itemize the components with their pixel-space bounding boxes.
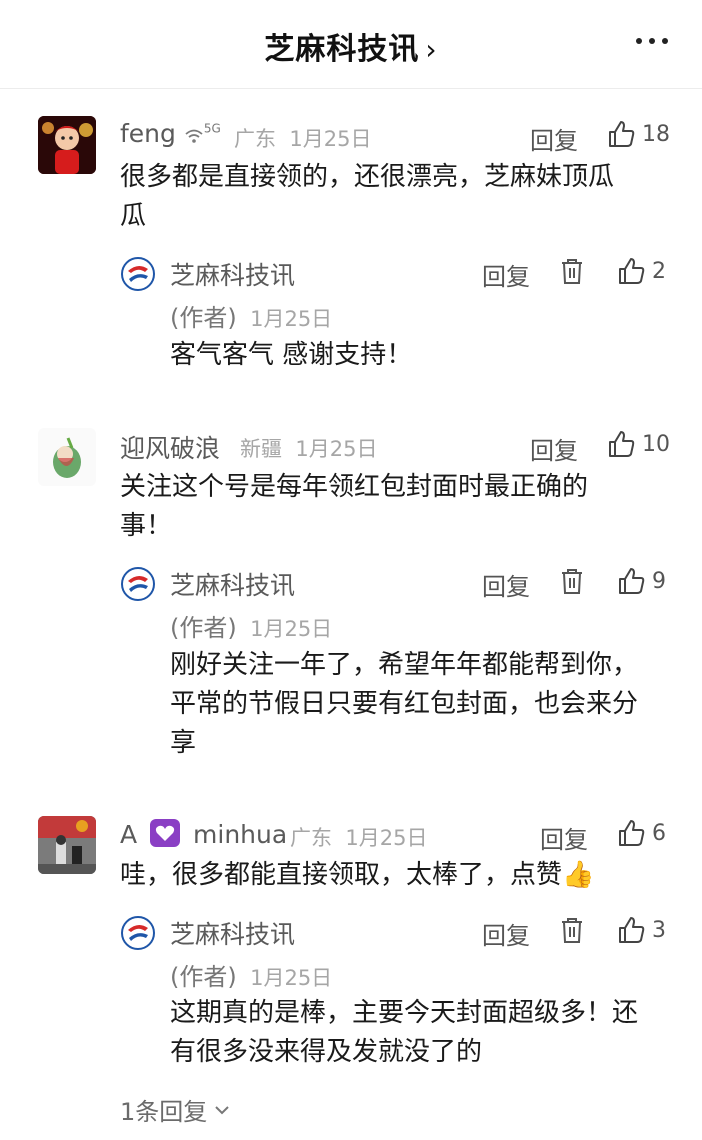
- thumbs-up-icon: [619, 917, 645, 943]
- like-button[interactable]: 10: [606, 429, 670, 459]
- like-button[interactable]: 2: [616, 256, 666, 286]
- reply-button[interactable]: 回复: [540, 820, 588, 855]
- reply-button[interactable]: 回复: [530, 121, 578, 156]
- location: 广东: [290, 826, 332, 850]
- date: 1月25日: [289, 127, 372, 151]
- comment-text: 关注这个号是每年领红包封面时最正确的 事！: [120, 472, 589, 541]
- reply-button[interactable]: 回复: [482, 567, 530, 602]
- date: 1月25日: [250, 966, 333, 990]
- location: 新疆: [240, 437, 282, 461]
- thumbs-up-icon: [609, 431, 635, 457]
- like-count: 6: [652, 820, 666, 846]
- like-button[interactable]: 3: [616, 915, 666, 945]
- account-title-link[interactable]: 芝麻科技讯 ›: [0, 24, 702, 68]
- avatar-minhua[interactable]: [38, 816, 96, 874]
- thumbs-up-icon: [619, 820, 645, 846]
- avatar-yingfeng[interactable]: [38, 428, 96, 486]
- author-meta: (作者) 1月25日: [170, 608, 332, 643]
- chevron-right-icon: ›: [425, 33, 438, 66]
- author-name[interactable]: 芝麻科技讯: [170, 566, 295, 602]
- reply-button[interactable]: 回复: [530, 431, 578, 466]
- avatar-feng[interactable]: [38, 116, 96, 174]
- author-reply-text: 刚好关注一年了，希望年年都能帮到你， 平常的节假日只要有红包封面，也会来分 享: [170, 650, 639, 758]
- author-name[interactable]: 芝麻科技讯: [170, 915, 295, 951]
- thumbs-up-icon: [619, 568, 645, 594]
- reply-button[interactable]: 回复: [482, 916, 530, 951]
- more-options-icon[interactable]: [636, 36, 668, 46]
- network-badge: 5G: [203, 121, 221, 136]
- comment-meta: 广东 1月25日: [290, 822, 427, 852]
- date: 1月25日: [250, 617, 333, 641]
- date: 1月25日: [250, 307, 333, 331]
- like-count: 18: [642, 121, 670, 147]
- delete-icon[interactable]: [559, 567, 585, 595]
- date: 1月25日: [295, 437, 378, 461]
- comment-text: 哇，很多都能直接领取，太棒了，点赞👍: [120, 860, 595, 890]
- author-meta: (作者) 1月25日: [170, 298, 332, 333]
- date: 1月25日: [345, 826, 428, 850]
- more-replies-label: 1条回复: [120, 1098, 208, 1126]
- top-bar: 芝麻科技讯 ›: [0, 0, 702, 89]
- commenter-name[interactable]: 迎风破浪: [120, 429, 220, 465]
- like-button[interactable]: 6: [616, 818, 666, 848]
- like-button[interactable]: 18: [606, 119, 670, 149]
- comment-text: 很多都是直接领的，还很漂亮，芝麻妹顶瓜 瓜: [120, 162, 615, 231]
- author-tag: (作者): [170, 614, 237, 642]
- author-meta: (作者) 1月25日: [170, 957, 332, 992]
- account-title: 芝麻科技讯: [264, 32, 420, 67]
- location: 广东: [234, 127, 276, 151]
- commenter-name[interactable]: A minhua: [120, 818, 287, 849]
- reply-button[interactable]: 回复: [482, 257, 530, 292]
- purple-heart-icon: [150, 819, 181, 847]
- author-logo-icon[interactable]: [121, 257, 155, 291]
- author-reply-text: 客气客气 感谢支持！: [170, 340, 413, 370]
- commenter-name[interactable]: feng 5G: [120, 119, 221, 148]
- delete-icon[interactable]: [559, 257, 585, 285]
- like-count: 2: [652, 258, 666, 284]
- comment-meta: 广东 1月25日: [234, 123, 371, 153]
- wifi-icon: [185, 129, 203, 143]
- author-reply-text: 这期真的是棒，主要今天封面超级多！还 有很多没来得及发就没了的: [170, 998, 639, 1067]
- like-count: 3: [652, 917, 666, 943]
- like-count: 9: [652, 568, 666, 594]
- delete-icon[interactable]: [559, 916, 585, 944]
- thumbs-up-icon: [619, 258, 645, 284]
- expand-replies-button[interactable]: 1条回复: [120, 1092, 231, 1127]
- like-button[interactable]: 9: [616, 566, 666, 596]
- author-logo-icon[interactable]: [121, 916, 155, 950]
- comment-meta: 新疆 1月25日: [240, 433, 377, 463]
- author-tag: (作者): [170, 963, 237, 991]
- author-tag: (作者): [170, 304, 237, 332]
- author-logo-icon[interactable]: [121, 567, 155, 601]
- author-name[interactable]: 芝麻科技讯: [170, 256, 295, 292]
- thumbs-up-icon: [609, 121, 635, 147]
- chevron-down-icon: [215, 1105, 229, 1114]
- like-count: 10: [642, 431, 670, 457]
